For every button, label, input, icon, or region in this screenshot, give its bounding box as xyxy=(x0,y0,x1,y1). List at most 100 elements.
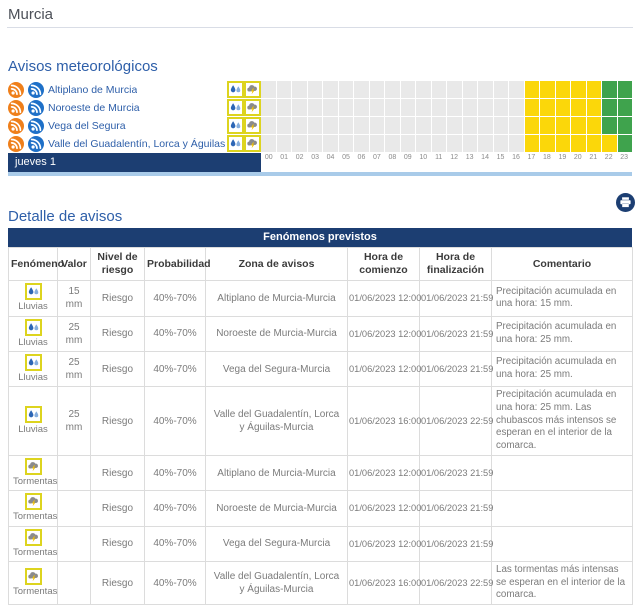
hour-label: 04 xyxy=(323,154,338,161)
timeline-cell xyxy=(416,135,431,152)
timeline-cell xyxy=(463,135,478,152)
cell-hora-comienzo: 01/06/2023 12:00 xyxy=(348,281,420,316)
cell-hora-fin: 01/06/2023 22:59 xyxy=(420,561,492,604)
rss-blue-button[interactable] xyxy=(28,82,44,98)
cell-fenomeno: Tormentas xyxy=(9,455,58,490)
cell-nivel-riesgo: Riesgo xyxy=(91,316,145,351)
storm-icon xyxy=(27,461,40,472)
cell-hora-fin: 01/06/2023 21:59 xyxy=(420,281,492,316)
rss-orange-button[interactable] xyxy=(8,100,24,116)
timeline-cell xyxy=(602,135,617,152)
timeline-cell xyxy=(385,135,400,152)
hour-label: 17 xyxy=(524,154,539,161)
rain-icon xyxy=(229,102,242,113)
zone-link[interactable]: Altiplano de Murcia xyxy=(48,84,137,96)
avisos-table: Fenómenos previstos FenómenoValorNivel d… xyxy=(8,228,632,605)
cell-valor xyxy=(58,526,91,561)
hour-label: 19 xyxy=(555,154,570,161)
timeline-cell xyxy=(556,99,571,116)
fenomeno-label: Lluvias xyxy=(13,301,53,313)
hour-label: 07 xyxy=(369,154,384,161)
timeline-cell xyxy=(416,117,431,134)
timeline-cell xyxy=(618,135,633,152)
timeline-cell xyxy=(354,135,369,152)
zone-link[interactable]: Vega del Segura xyxy=(48,120,126,132)
rss-blue-button[interactable] xyxy=(28,100,44,116)
timeline-cell xyxy=(323,117,338,134)
detalle-section-heading: Detalle de avisos xyxy=(8,208,122,225)
timeline-cell xyxy=(618,81,633,98)
column-header: Zona de avisos xyxy=(206,248,348,281)
cell-hora-comienzo: 01/06/2023 12:00 xyxy=(348,351,420,386)
rss-orange-button[interactable] xyxy=(8,136,24,152)
cell-probabilidad: 40%-70% xyxy=(145,316,206,351)
rss-blue-button[interactable] xyxy=(28,136,44,152)
cell-hora-fin: 01/06/2023 21:59 xyxy=(420,351,492,386)
rain-icon xyxy=(27,286,40,297)
rss-orange-button[interactable] xyxy=(8,82,24,98)
timeline-cell xyxy=(618,117,633,134)
zone-link[interactable]: Valle del Guadalentín, Lorca y Águilas xyxy=(48,138,225,150)
timeline-cell xyxy=(447,135,462,152)
cell-comentario xyxy=(492,491,633,526)
print-button[interactable] xyxy=(616,193,635,212)
cell-nivel-riesgo: Riesgo xyxy=(91,526,145,561)
cell-comentario: Precipitación acumulada en una hora: 15 … xyxy=(492,281,633,316)
timeline-cell xyxy=(494,81,509,98)
timeline-cell xyxy=(432,99,447,116)
timeline-cell xyxy=(277,117,292,134)
timeline-cell xyxy=(494,117,509,134)
timeline-cell xyxy=(354,99,369,116)
timeline-cell xyxy=(370,117,385,134)
timeline-cell xyxy=(323,81,338,98)
cell-hora-fin: 01/06/2023 21:59 xyxy=(420,316,492,351)
timeline-cell xyxy=(540,117,555,134)
fenomeno-label: Lluvias xyxy=(13,372,53,384)
rss-blue-button[interactable] xyxy=(28,118,44,134)
timeline-cell xyxy=(385,99,400,116)
timeline-cell xyxy=(323,99,338,116)
timeline-cell xyxy=(556,81,571,98)
cell-zona: Noroeste de Murcia-Murcia xyxy=(206,491,348,526)
warning-zone-row: Vega del Segura xyxy=(8,117,632,134)
rss-orange-button[interactable] xyxy=(8,118,24,134)
rss-icon xyxy=(8,118,24,134)
rain-icon xyxy=(229,120,242,131)
cell-valor: 25 mm xyxy=(58,316,91,351)
cell-fenomeno: Lluvias xyxy=(9,387,58,456)
hour-label: 06 xyxy=(354,154,369,161)
table-row: TormentasRiesgo40%-70%Altiplano de Murci… xyxy=(9,455,633,490)
rain-warning-icon xyxy=(227,81,244,98)
table-header-row: FenómenoValorNivel de riesgoProbabilidad… xyxy=(9,248,633,281)
zone-link[interactable]: Noroeste de Murcia xyxy=(48,102,140,114)
cell-hora-comienzo: 01/06/2023 16:00 xyxy=(348,561,420,604)
timeline-cell xyxy=(509,117,524,134)
hour-label: 03 xyxy=(307,154,322,161)
cell-hora-comienzo: 01/06/2023 12:00 xyxy=(348,316,420,351)
cell-comentario: Precipitación acumulada en una hora: 25 … xyxy=(492,316,633,351)
rss-icon xyxy=(28,100,44,116)
storm-icon xyxy=(246,120,259,131)
cell-probabilidad: 40%-70% xyxy=(145,351,206,386)
hour-label: 16 xyxy=(508,154,523,161)
timeline-grid xyxy=(261,135,632,152)
cell-nivel-riesgo: Riesgo xyxy=(91,281,145,316)
timeline-cell xyxy=(571,117,586,134)
valor-value: 25 mm xyxy=(63,408,85,434)
cell-probabilidad: 40%-70% xyxy=(145,526,206,561)
fenomeno-label: Tormentas xyxy=(13,511,53,523)
cell-zona: Altiplano de Murcia-Murcia xyxy=(206,281,348,316)
timeline-cell xyxy=(308,117,323,134)
warnings-timeline: Altiplano de Murcia Noroeste de Murcia Veg… xyxy=(8,81,632,153)
cell-nivel-riesgo: Riesgo xyxy=(91,561,145,604)
storm-warning-icon xyxy=(244,117,261,134)
timeline-cell xyxy=(323,135,338,152)
timeline-cell xyxy=(463,117,478,134)
cell-comentario: Precipitación acumulada en una hora: 25 … xyxy=(492,351,633,386)
timeline-cell xyxy=(401,81,416,98)
timeline-cell xyxy=(354,117,369,134)
hour-label: 02 xyxy=(292,154,307,161)
timeline-grid xyxy=(261,117,632,134)
storm-warning-icon xyxy=(244,81,261,98)
hour-label: 21 xyxy=(586,154,601,161)
